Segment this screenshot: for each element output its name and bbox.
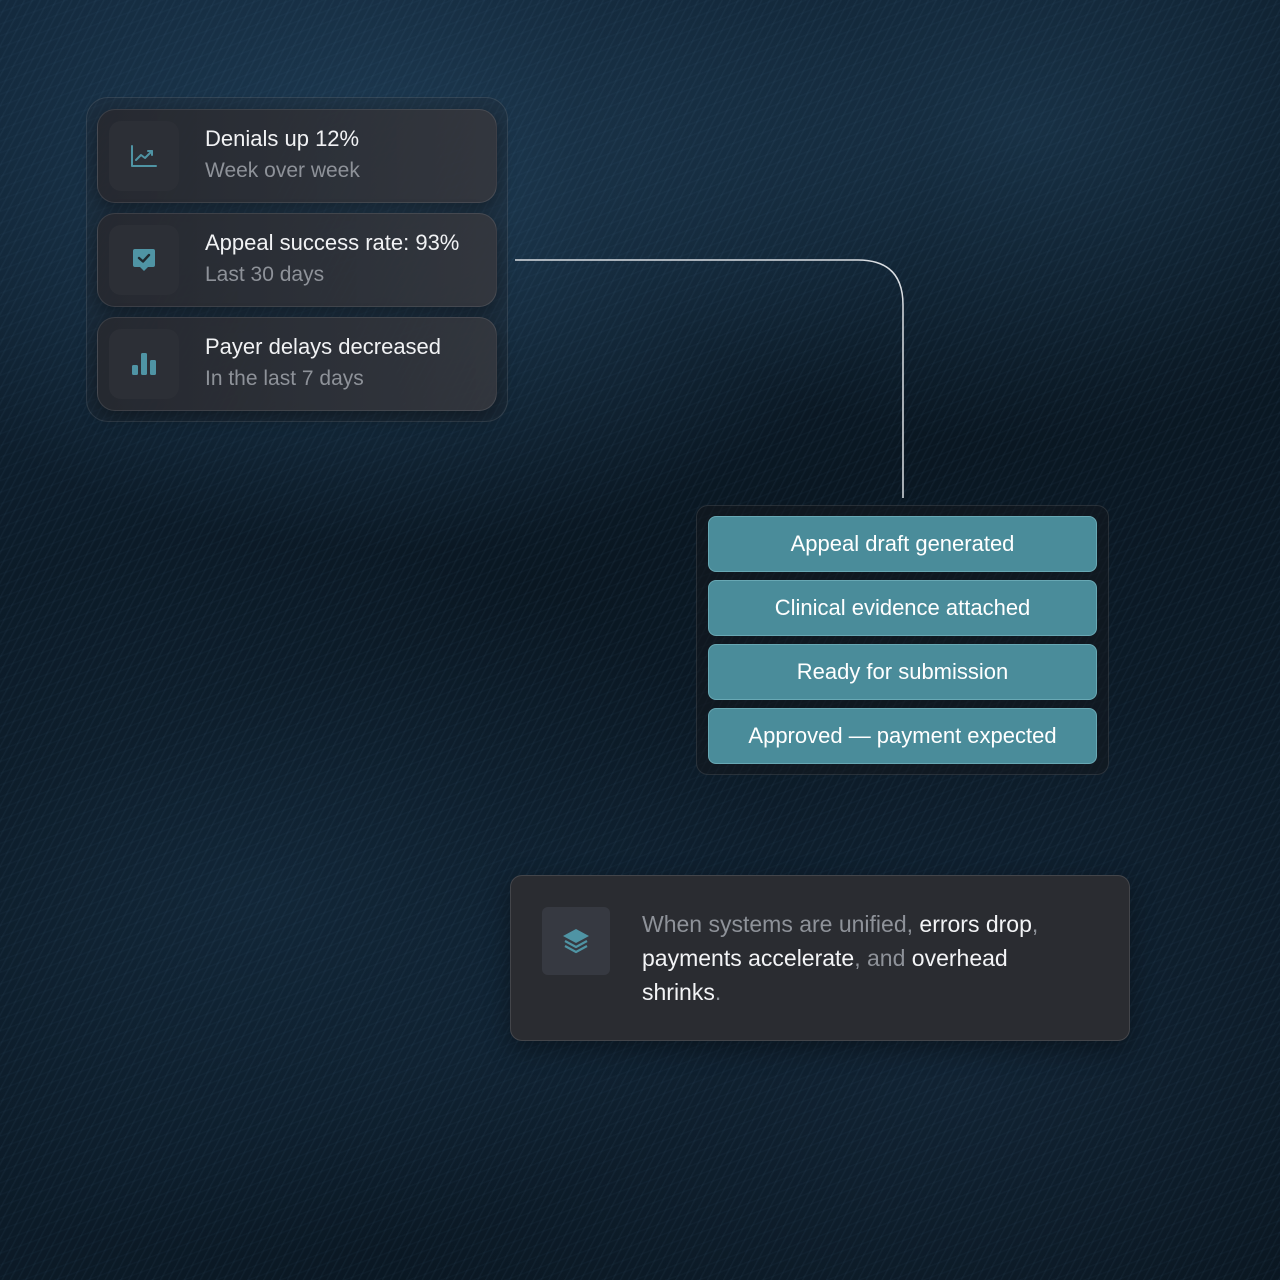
canvas-background: Denials up 12% Week over week Appeal suc… [0,0,1280,1280]
insight-segment: . [714,979,722,1005]
insight-text: When systems are unified, errors drop, p… [642,907,1062,1009]
insight-segment: , and [854,945,912,971]
line-chart-icon [109,121,179,191]
metric-title: Payer delays decreased [205,334,442,359]
status-item-ready[interactable]: Ready for submission [708,644,1097,700]
metric-subtitle: In the last 7 days [205,367,364,390]
insight-segment: , [1031,911,1039,937]
metric-title: Denials up 12% [205,126,360,151]
bar-chart-icon [109,329,179,399]
insight-card: When systems are unified, errors drop, p… [510,875,1130,1041]
metric-title: Appeal success rate: 93% [205,230,460,255]
metric-subtitle: Week over week [205,159,360,182]
insight-segment: , [906,911,920,937]
metric-card-denials[interactable]: Denials up 12% Week over week [97,109,497,203]
metric-subtitle: Last 30 days [205,263,325,286]
check-badge-icon [109,225,179,295]
layers-icon [542,907,610,975]
insight-highlight: errors drop [919,911,1032,937]
insight-segment: When systems are unified [642,911,907,937]
status-item-draft[interactable]: Appeal draft generated [708,516,1097,572]
status-item-evidence[interactable]: Clinical evidence attached [708,580,1097,636]
metric-card-appeal-success[interactable]: Appeal success rate: 93% Last 30 days [97,213,497,307]
insight-highlight: payments accelerate [642,945,855,971]
status-item-approved[interactable]: Approved — payment expected [708,708,1097,764]
metric-card-payer-delays[interactable]: Payer delays decreased In the last 7 day… [97,317,497,411]
